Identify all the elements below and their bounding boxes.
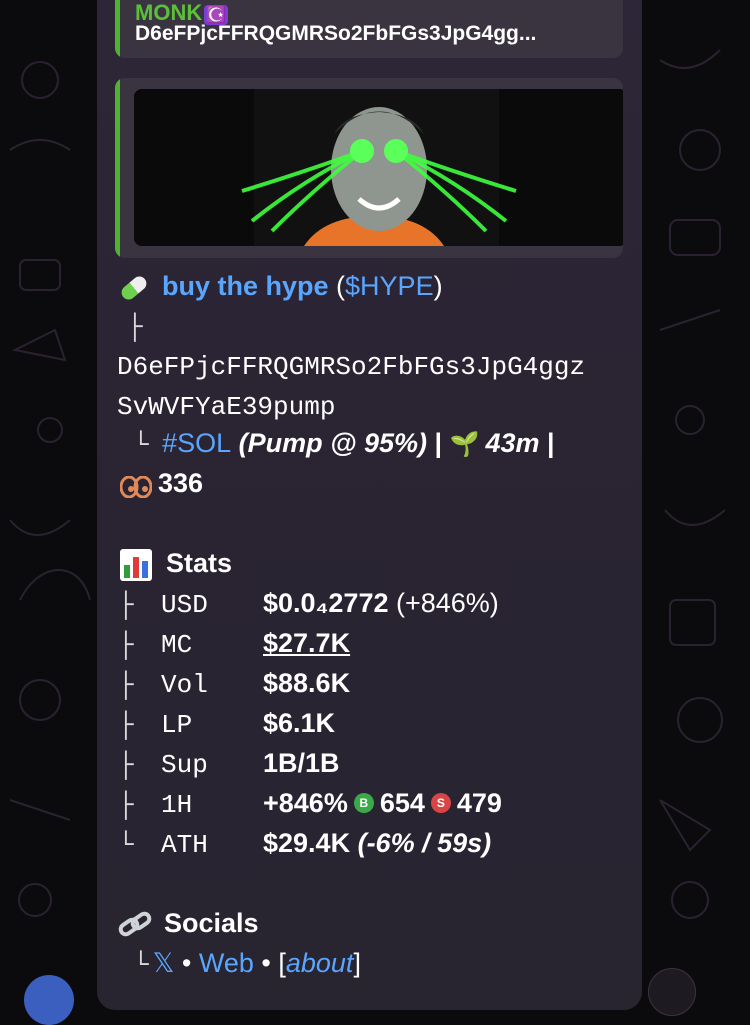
preview-accent-bar [115, 78, 120, 258]
stat-value-vol: $88.6K [263, 668, 351, 698]
stat-value-usd: $0.0₄2772 (+846%) [263, 588, 499, 618]
about-link[interactable]: about [286, 948, 354, 978]
bar-chart-icon [120, 548, 152, 581]
stat-value-lp: $6.1K [263, 708, 336, 738]
chain-hashtag[interactable]: #SOL [162, 428, 231, 458]
stat-label-lp: LP [161, 710, 193, 740]
token-title-line: buy the hype ($HYPE) [118, 271, 443, 303]
stat-label-mc: MC [161, 630, 193, 660]
token-image[interactable] [134, 89, 623, 246]
web-link[interactable]: Web [199, 948, 254, 978]
seedling-icon: 🌱 [449, 431, 480, 458]
sell-badge-icon: S [430, 792, 451, 813]
link-preview[interactable] [115, 78, 623, 258]
stat-value-1h: +846% B 654 S 479 [263, 788, 502, 818]
reply-quote[interactable]: MONK ☪️ D6eFPjcFFRQGMRSo2FbFGs3JpG4gg... [115, 0, 623, 58]
stat-label-vol: Vol [161, 670, 208, 700]
scroll-down-button[interactable] [648, 968, 696, 1016]
holders-line: 336 [119, 468, 203, 499]
contract-address-line1[interactable]: D6eFPjcFFRQGMRSo2FbFGs3JpG4ggz [117, 352, 585, 382]
stat-value-ath: $29.4K (-6% / 59s) [263, 828, 492, 858]
stats-heading: Stats [120, 548, 232, 581]
laser-eyes-portrait [134, 89, 623, 246]
x-link[interactable]: 𝕏 [153, 948, 175, 978]
eyes-icon [119, 474, 153, 499]
token-name-link[interactable]: buy the hype [162, 271, 329, 301]
ticker-link[interactable]: $HYPE [345, 271, 434, 301]
stat-label-ath: ATH [161, 830, 208, 860]
socials-heading: Socials [118, 908, 259, 940]
stat-label-usd: USD [161, 590, 208, 620]
stat-value-mc-link[interactable]: $27.7K [263, 628, 350, 659]
contract-address-line2[interactable]: SvWVFYaE39pump [117, 392, 335, 422]
stat-label-sup: Sup [161, 750, 208, 780]
stat-value-sup: 1B/1B [263, 748, 340, 778]
chain-info-line: └ #SOL (Pump @ 95%) | 🌱 43m | [133, 428, 555, 460]
reply-accent-bar [115, 0, 120, 58]
socials-links: └ 𝕏 • Web • [about] [133, 948, 361, 980]
sender-avatar[interactable] [24, 975, 74, 1025]
link-icon [118, 910, 152, 940]
buy-badge-icon: B [353, 792, 374, 813]
pill-icon [118, 273, 150, 303]
tree-branch: ├ [127, 312, 143, 342]
reply-address: D6eFPjcFFRQGMRSo2FbFGs3JpG4gg... [135, 22, 537, 45]
stat-label-1h: 1H [161, 790, 193, 820]
